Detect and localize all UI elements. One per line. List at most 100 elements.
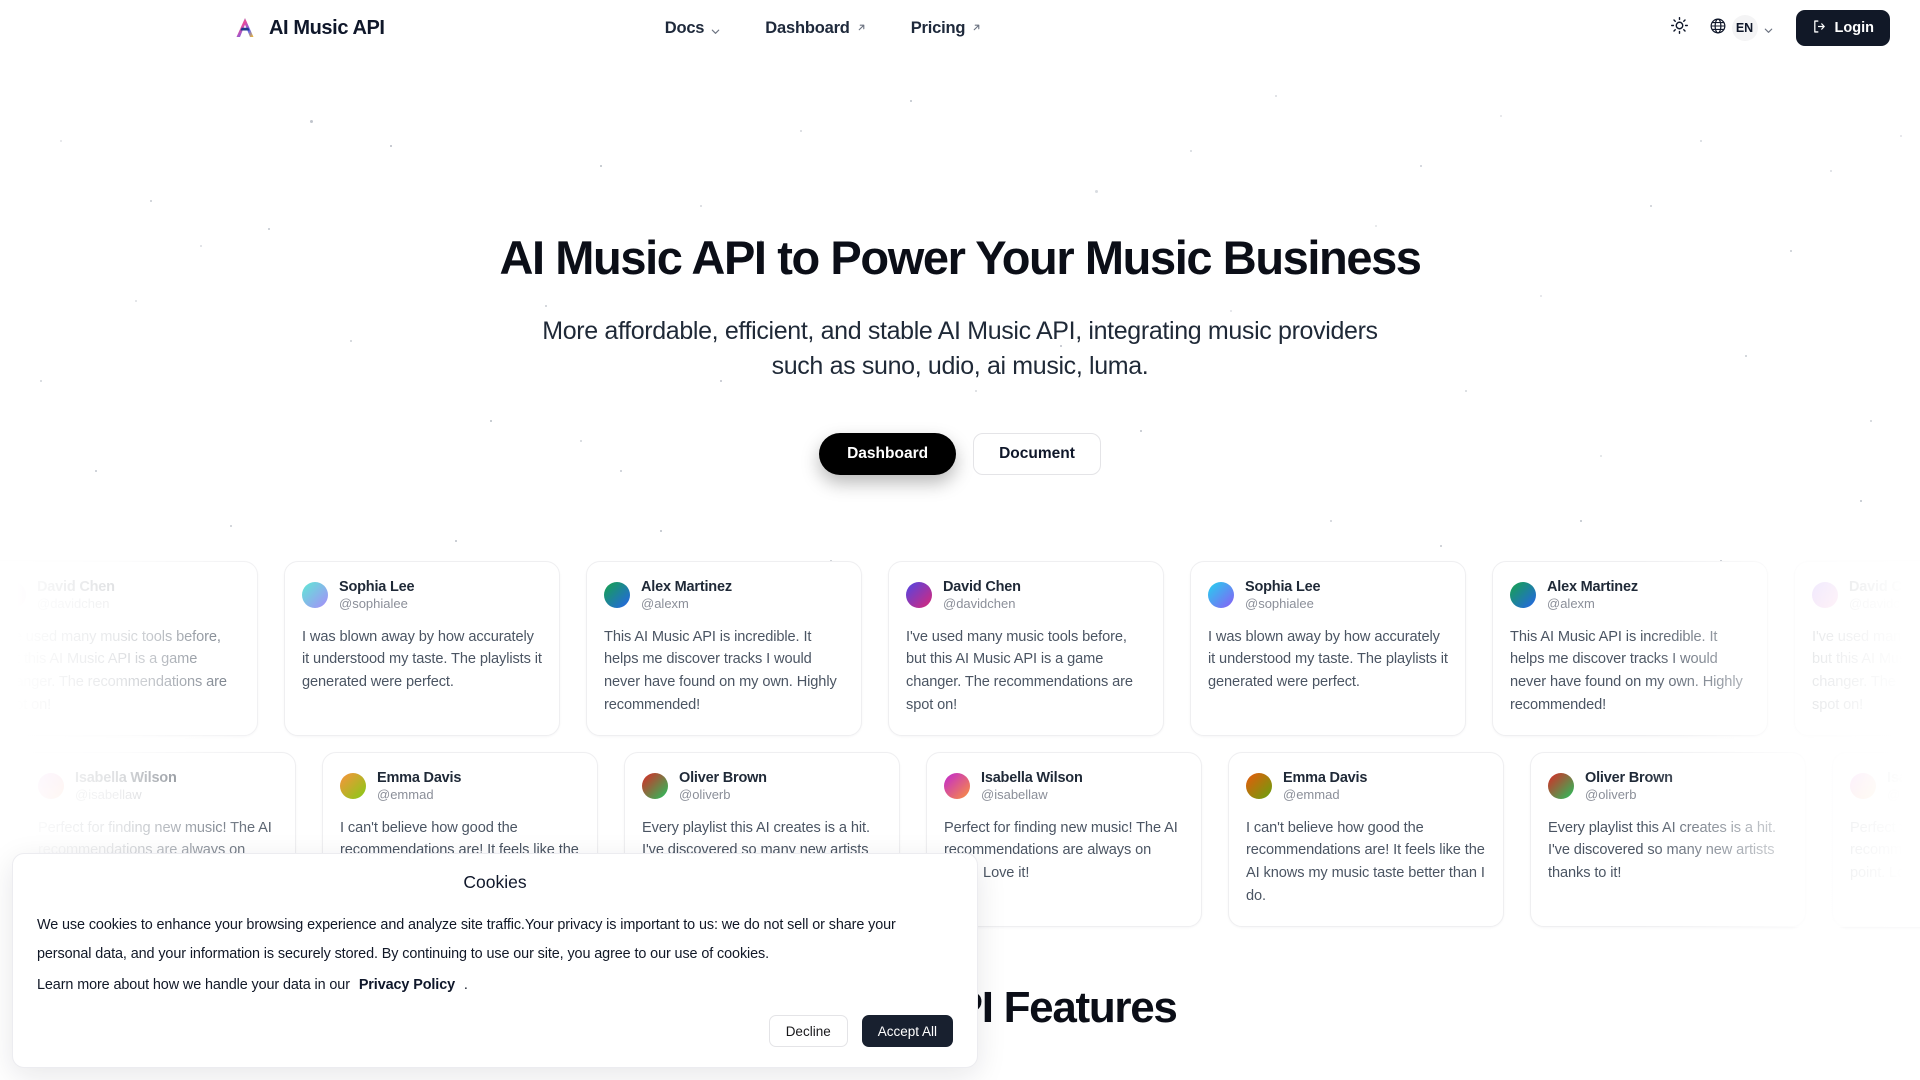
testimonial-meta: Isabella Wilson@isabellaw — [1887, 769, 1920, 804]
testimonial-meta: Sophia Lee @sophialee — [339, 578, 414, 613]
login-icon — [1812, 19, 1827, 38]
testimonial-text: This AI Music API is incredible. It help… — [1510, 626, 1750, 717]
testimonial-header: David Chen @davidchen — [0, 578, 240, 613]
testimonial-author-name: Oliver Brown — [679, 769, 767, 787]
testimonial-header: Isabella Wilson@isabellaw — [944, 769, 1184, 804]
language-code: EN — [1732, 15, 1758, 41]
avatar — [1510, 582, 1536, 608]
testimonial-header: Isabella Wilson@isabellaw — [38, 769, 278, 804]
testimonial-author-handle: @sophialee — [339, 596, 414, 613]
testimonial-text: Every playlist this AI creates is a hit.… — [1548, 817, 1788, 885]
testimonial-meta: Alex Martinez @alexm — [641, 578, 732, 613]
hero-subtitle: More affordable, efficient, and stable A… — [540, 314, 1380, 385]
testimonial-author-handle: @oliverb — [1585, 787, 1673, 804]
testimonial-meta: David Chen @davidchen — [37, 578, 115, 613]
avatar — [1548, 773, 1574, 799]
testimonial-header: Emma Davis @emmad — [1246, 769, 1486, 804]
globe-icon — [1709, 17, 1727, 40]
theme-toggle-button[interactable] — [1663, 11, 1697, 45]
background-dot — [230, 525, 232, 527]
testimonial-meta: Isabella Wilson@isabellaw — [981, 769, 1083, 804]
testimonial-author-name: Isabella Wilson — [981, 769, 1083, 787]
chevron-down-icon — [1763, 23, 1774, 34]
nav-item-docs[interactable]: Docs — [665, 19, 722, 38]
testimonial-meta: Emma Davis @emmad — [377, 769, 461, 804]
testimonial-header: Oliver Brown @oliverb — [642, 769, 882, 804]
cookie-body: We use cookies to enhance your browsing … — [37, 911, 953, 969]
testimonial-card: David Chen@davidchen I've used many music… — [888, 561, 1164, 736]
avatar — [944, 773, 970, 799]
testimonial-text: This AI Music API is incredible. It help… — [604, 626, 844, 717]
background-dot — [1330, 520, 1332, 522]
testimonial-header: Sophia Lee @sophialee — [1208, 578, 1448, 613]
testimonial-header: David Chen @davidchen — [1812, 578, 1920, 613]
background-dot — [1440, 545, 1442, 547]
testimonial-card: Isabella Wilson@isabellaw Perfect for fin… — [1832, 752, 1920, 927]
testimonial-author-handle: @isabellaw — [981, 787, 1083, 804]
ai-music-logo-icon — [232, 15, 258, 41]
cookie-body-line2: and your information is securely stored.… — [131, 946, 769, 962]
testimonial-text: Perfect for finding new music! The AI re… — [1850, 817, 1920, 885]
nav-label-docs: Docs — [665, 19, 705, 38]
testimonial-header: Alex Martinez @alexm — [1510, 578, 1750, 613]
testimonial-text: I've used many music tools before, but t… — [906, 626, 1146, 717]
testimonial-author-name: Alex Martinez — [1547, 578, 1638, 596]
hero-cta-row: Dashboard Document — [0, 433, 1920, 475]
cookie-learn-more: Learn more about how we handle your data… — [37, 977, 953, 993]
avatar — [906, 582, 932, 608]
testimonial-text: Perfect for finding new music! The AI re… — [944, 817, 1184, 885]
testimonial-author-name: Emma Davis — [377, 769, 461, 787]
brand[interactable]: AI Music API — [232, 15, 385, 41]
testimonial-author-name: David Chen — [943, 578, 1021, 596]
testimonial-author-handle: @isabellaw — [75, 787, 177, 804]
testimonial-author-handle: @emmad — [1283, 787, 1367, 804]
sun-icon — [1670, 16, 1689, 40]
testimonial-row-1: David Chen @davidchen I've used many music… — [0, 561, 1902, 736]
testimonial-author-name: Sophia Lee — [339, 578, 414, 596]
nav-item-dashboard[interactable]: Dashboard — [765, 19, 866, 38]
language-selector[interactable]: EN — [1709, 15, 1774, 41]
cookie-learn-prefix: Learn more about how we handle your data… — [37, 977, 350, 993]
cookie-accept-button[interactable]: Accept All — [862, 1015, 953, 1047]
testimonial-text: I can't believe how good the recommendat… — [1246, 817, 1486, 908]
cookie-title: Cookies — [37, 872, 953, 893]
testimonial-meta: Sophia Lee @sophialee — [1245, 578, 1320, 613]
nav-label-pricing: Pricing — [911, 19, 966, 38]
testimonial-author-name: Oliver Brown — [1585, 769, 1673, 787]
avatar — [0, 582, 26, 608]
testimonial-meta: David Chen @davidchen — [943, 578, 1021, 613]
testimonial-text: I was blown away by how accurately it un… — [1208, 626, 1448, 694]
testimonial-card: Emma Davis @emmad I can't believe how good… — [1228, 752, 1504, 927]
avatar — [302, 582, 328, 608]
testimonial-meta: Oliver Brown @oliverb — [1585, 769, 1673, 804]
hero-title: AI Music API to Power Your Music Busines… — [0, 232, 1920, 285]
testimonial-meta: Alex Martinez @alexm — [1547, 578, 1638, 613]
testimonial-header: Oliver Brown @oliverb — [1548, 769, 1788, 804]
testimonial-card: David Chen@davidchen I've used many music… — [0, 561, 258, 736]
testimonial-card: Oliver Brown @oliverb Every playlist this … — [1530, 752, 1806, 927]
avatar — [1208, 582, 1234, 608]
avatar — [1812, 582, 1838, 608]
cookie-decline-button[interactable]: Decline — [769, 1015, 848, 1047]
privacy-policy-link[interactable]: Privacy Policy — [359, 977, 455, 993]
avatar — [1246, 773, 1272, 799]
login-button[interactable]: Login — [1796, 10, 1890, 46]
hero-document-button[interactable]: Document — [973, 433, 1101, 475]
header-actions: EN Login — [1663, 10, 1890, 46]
testimonial-author-name: Isabella Wilson — [1887, 769, 1920, 787]
testimonial-author-handle: @oliverb — [679, 787, 767, 804]
avatar — [38, 773, 64, 799]
avatar — [1850, 773, 1876, 799]
hero-dashboard-button[interactable]: Dashboard — [819, 433, 956, 475]
testimonial-header: David Chen @davidchen — [906, 578, 1146, 613]
testimonial-author-name: David Chen — [37, 578, 115, 596]
testimonial-author-handle: @isabellaw — [1887, 787, 1920, 804]
background-dot — [455, 540, 457, 542]
cookie-banner: Cookies We use cookies to enhance your b… — [12, 853, 978, 1068]
testimonial-text: I was blown away by how accurately it un… — [302, 626, 542, 694]
avatar — [642, 773, 668, 799]
hero-section: AI Music API to Power Your Music Busines… — [0, 56, 1920, 475]
nav-item-pricing[interactable]: Pricing — [911, 19, 983, 38]
testimonial-author-handle: @alexm — [641, 596, 732, 613]
testimonial-author-handle: @davidchen — [943, 596, 1021, 613]
